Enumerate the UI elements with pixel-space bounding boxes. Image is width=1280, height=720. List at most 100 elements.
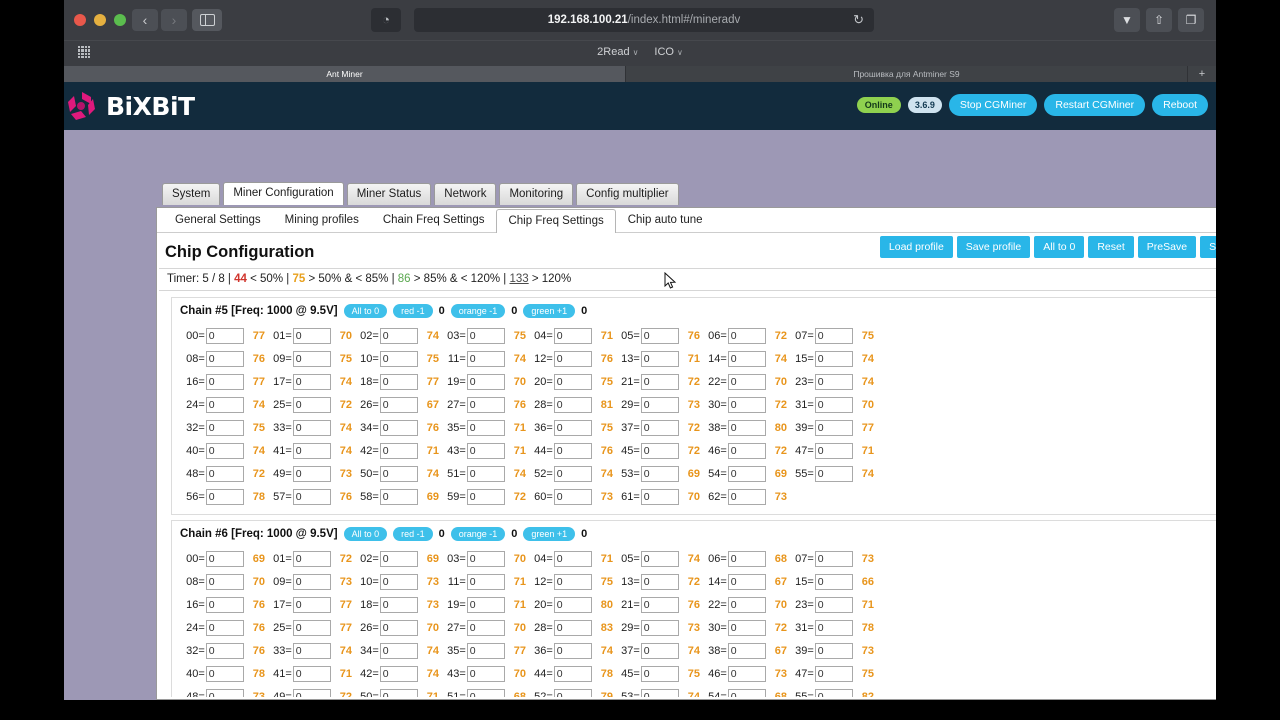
subtab-mining-profiles[interactable]: Mining profiles [273,208,371,232]
reload-icon[interactable]: ↻ [853,12,864,28]
chip-offset-input[interactable] [292,573,331,590]
chip-offset-input[interactable] [814,465,853,482]
tabs-overview-icon[interactable]: ❐ [1178,8,1204,32]
bookmark-ico[interactable]: ICO ∨ [654,46,682,58]
chip-offset-input[interactable] [292,396,331,413]
chip-offset-input[interactable] [640,373,679,390]
chip-offset-input[interactable] [814,419,853,436]
subtab-chain-freq-settings[interactable]: Chain Freq Settings [371,208,497,232]
address-bar[interactable]: 192.168.100.21/index.html#/mineradv ↻ [414,8,874,32]
chip-offset-input[interactable] [814,550,853,567]
forward-icon[interactable]: › [161,9,187,31]
chip-offset-input[interactable] [379,642,418,659]
chip-offset-input[interactable] [727,688,766,697]
chip-offset-input[interactable] [814,665,853,682]
chip-offset-input[interactable] [553,419,592,436]
chip-offset-input[interactable] [205,573,244,590]
chip-offset-input[interactable] [553,442,592,459]
chip-offset-input[interactable] [292,642,331,659]
chain-orange-minus-button[interactable]: orange -1 [450,304,506,318]
chip-offset-input[interactable] [379,596,418,613]
chip-offset-input[interactable] [205,688,244,697]
chip-offset-input[interactable] [292,596,331,613]
back-icon[interactable]: ‹ [132,9,158,31]
chain-red-minus-button[interactable]: red -1 [393,527,433,541]
chip-offset-input[interactable] [205,465,244,482]
restart-cgminer-button[interactable]: Restart CGMiner [1044,94,1146,116]
chip-offset-input[interactable] [727,642,766,659]
chain-orange-minus-button[interactable]: orange -1 [450,527,506,541]
chip-offset-input[interactable] [292,442,331,459]
chip-offset-input[interactable] [553,573,592,590]
subtab-chip-auto-tune[interactable]: Chip auto tune [616,208,715,232]
chain-all-to-0-button[interactable]: All to 0 [343,527,388,541]
chip-offset-input[interactable] [466,573,505,590]
chip-offset-input[interactable] [466,665,505,682]
share-icon[interactable]: ⇧ [1146,8,1172,32]
chip-offset-input[interactable] [466,688,505,697]
chip-offset-input[interactable] [814,327,853,344]
chip-offset-input[interactable] [553,396,592,413]
chip-offset-input[interactable] [727,665,766,682]
all-to-zero-button[interactable]: All to 0 [1034,236,1085,258]
sidebar-icon[interactable] [192,9,222,31]
chip-offset-input[interactable] [205,596,244,613]
subtab-general-settings[interactable]: General Settings [163,208,273,232]
download-icon[interactable]: ▼ [1114,8,1140,32]
shield-icon[interactable]: ◔ [371,8,401,32]
chip-offset-input[interactable] [466,396,505,413]
tab-miner-status[interactable]: Miner Status [346,183,432,205]
chip-offset-input[interactable] [553,642,592,659]
new-tab-button[interactable]: + [1188,66,1216,82]
chip-offset-input[interactable] [466,550,505,567]
toolbar-right-buttons[interactable]: ▼ ⇧ ❐ [1114,8,1204,32]
chain-list[interactable]: Chain #5 [Freq: 1000 @ 9.5V] All to 0 red … [159,292,1216,697]
chip-offset-input[interactable] [727,327,766,344]
chip-offset-input[interactable] [466,373,505,390]
chip-offset-input[interactable] [205,442,244,459]
chip-offset-input[interactable] [814,373,853,390]
chip-offset-input[interactable] [553,619,592,636]
chip-offset-input[interactable] [814,642,853,659]
chip-offset-input[interactable] [466,619,505,636]
chip-offset-input[interactable] [205,396,244,413]
minimize-window-button[interactable] [94,14,106,26]
chip-offset-input[interactable] [814,619,853,636]
tab-network[interactable]: Network [434,183,497,205]
chip-offset-input[interactable] [553,688,592,697]
reset-button[interactable]: Reset [1088,236,1134,258]
chip-offset-input[interactable] [379,465,418,482]
chip-offset-input[interactable] [466,419,505,436]
chain-all-to-0-button[interactable]: All to 0 [343,304,388,318]
chip-offset-input[interactable] [814,396,853,413]
chip-offset-input[interactable] [292,619,331,636]
chip-offset-input[interactable] [292,665,331,682]
chip-offset-input[interactable] [640,419,679,436]
chip-offset-input[interactable] [727,350,766,367]
chip-offset-input[interactable] [814,573,853,590]
chip-offset-input[interactable] [205,665,244,682]
chip-offset-input[interactable] [814,442,853,459]
chip-offset-input[interactable] [727,419,766,436]
chip-offset-input[interactable] [553,550,592,567]
chip-offset-input[interactable] [640,550,679,567]
maximize-window-button[interactable] [114,14,126,26]
chip-offset-input[interactable] [379,442,418,459]
chip-offset-input[interactable] [379,550,418,567]
chip-offset-input[interactable] [292,465,331,482]
chip-offset-input[interactable] [640,665,679,682]
chip-offset-input[interactable] [553,327,592,344]
chip-offset-input[interactable] [205,350,244,367]
chip-offset-input[interactable] [553,465,592,482]
chip-offset-input[interactable] [379,619,418,636]
chip-offset-input[interactable] [727,619,766,636]
tab-miner-configuration[interactable]: Miner Configuration [223,182,344,205]
chip-offset-input[interactable] [814,596,853,613]
chip-offset-input[interactable] [640,688,679,697]
chip-offset-input[interactable] [205,327,244,344]
chip-offset-input[interactable] [466,350,505,367]
chip-offset-input[interactable] [553,596,592,613]
stop-cgminer-button[interactable]: Stop CGMiner [948,94,1038,116]
chip-offset-input[interactable] [379,350,418,367]
tab-monitoring[interactable]: Monitoring [499,183,574,205]
